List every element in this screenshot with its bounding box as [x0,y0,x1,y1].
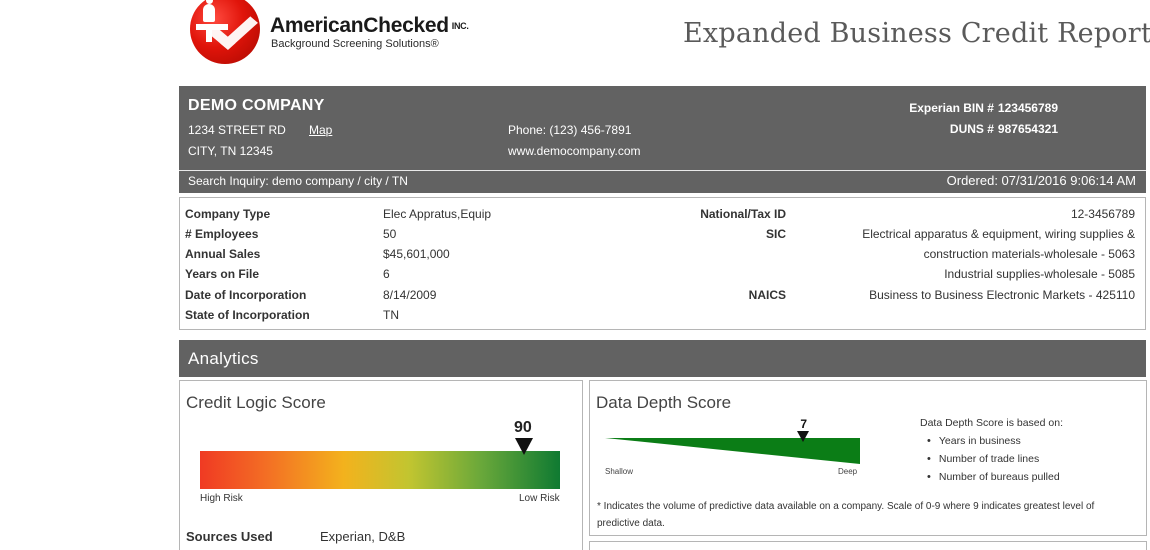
info-value: $45,601,000 [383,247,450,261]
company-phone: Phone: (123) 456-7891 [508,123,632,137]
duns-label: DUNS # [949,122,994,136]
info-value: 50 [383,227,397,241]
sic-line: Electrical apparatus & equipment, wiring… [862,227,1135,241]
credit-logic-title: Credit Logic Score [186,393,326,412]
sources-value: Experian, D&B [320,529,406,544]
duns-value: 987654321 [997,122,1058,136]
basis-title: Data Depth Score is based on: [920,417,1064,429]
header-divider [179,170,1146,171]
company-header: DEMO COMPANY 1234 STREET RD Map CITY, TN… [179,86,1146,193]
data-depth-wedge [605,438,860,464]
shallow-label: Shallow [605,467,634,476]
next-panel [589,541,1147,550]
naics-label: NAICS [748,288,786,302]
address-line2: CITY, TN 12345 [188,144,273,158]
info-value: TN [383,308,399,322]
sic-line: construction materials-wholesale - 5063 [923,247,1135,261]
basis-list: Years in business Number of trade lines … [927,435,1060,489]
logo-suffix: INC. [451,21,469,31]
company-logo: AmericanChecked INC. Background Screening… [188,0,488,70]
info-row: Date of Incorporation [185,288,306,302]
info-row: Years on File [185,267,259,281]
company-name: DEMO COMPANY [188,97,325,114]
naics-value: Business to Business Electronic Markets … [869,288,1135,302]
address-line1: 1234 STREET RD [188,123,286,137]
bin-label: Experian BIN # [909,101,994,115]
company-website: www.democompany.com [508,144,641,158]
info-row: Company Type [185,207,270,221]
tax-id-value: 12-3456789 [1070,207,1135,221]
analytics-header: Analytics [179,340,1146,377]
credit-score-gauge [200,451,560,489]
info-row: State of Incorporation [185,308,310,322]
info-value: 6 [383,267,390,281]
info-label: Annual Sales [185,247,261,261]
logo-tagline: Background Screening Solutions® [271,38,439,50]
sic-line: Industrial supplies-wholesale - 5085 [944,267,1135,281]
basis-item: Number of bureaus pulled [927,471,1060,489]
info-value: Elec Appratus,Equip [383,207,492,221]
sources-label: Sources Used [186,529,273,544]
duns-number: DUNS #987654321 [950,122,1058,136]
info-row: Annual Sales [185,247,260,261]
search-inquiry: Search Inquiry: demo company / city / TN [188,174,408,188]
info-row: # Employees [185,227,258,241]
tax-id-label: National/Tax ID [700,207,786,221]
info-label: Company Type [185,207,271,221]
data-depth-panel: Data Depth Score 7 Shallow Deep Data Dep… [589,380,1147,536]
basis-item: Number of trade lines [927,453,1060,471]
company-info-box: Company Type Elec Appratus,Equip # Emplo… [179,197,1146,330]
info-label: # Employees [185,227,259,241]
data-depth-title: Data Depth Score [596,393,732,412]
info-label: Years on File [185,267,260,281]
info-value: 8/14/2009 [383,288,437,302]
data-depth-value: 7 [800,417,808,431]
credit-logic-panel: Credit Logic Score 90 High Risk Low Risk… [179,380,583,550]
sic-label: SIC [765,227,786,241]
ordered-timestamp: Ordered: 07/31/2016 9:06:14 AM [946,173,1136,188]
credit-score-marker-icon [515,438,533,455]
experian-bin: Experian BIN #123456789 [909,101,1058,115]
bin-value: 123456789 [997,101,1058,115]
report-title: Expanded Business Credit Report [683,18,1150,49]
gauge-low-label: High Risk [200,493,243,504]
credit-score-value: 90 [514,419,532,436]
logo-name: AmericanChecked [270,14,449,37]
analytics-title: Analytics [188,349,259,368]
info-label: Date of Incorporation [185,288,307,302]
basis-item: Years in business [927,435,1060,453]
data-depth-marker-icon [797,431,810,442]
deep-label: Deep [838,467,858,476]
gauge-high-label: Low Risk [519,493,560,504]
map-link[interactable]: Map [309,123,332,137]
data-depth-footnote: * Indicates the volume of predictive dat… [597,501,1095,529]
info-label: State of Incorporation [185,308,310,322]
americanchecked-logo-icon [190,0,260,64]
